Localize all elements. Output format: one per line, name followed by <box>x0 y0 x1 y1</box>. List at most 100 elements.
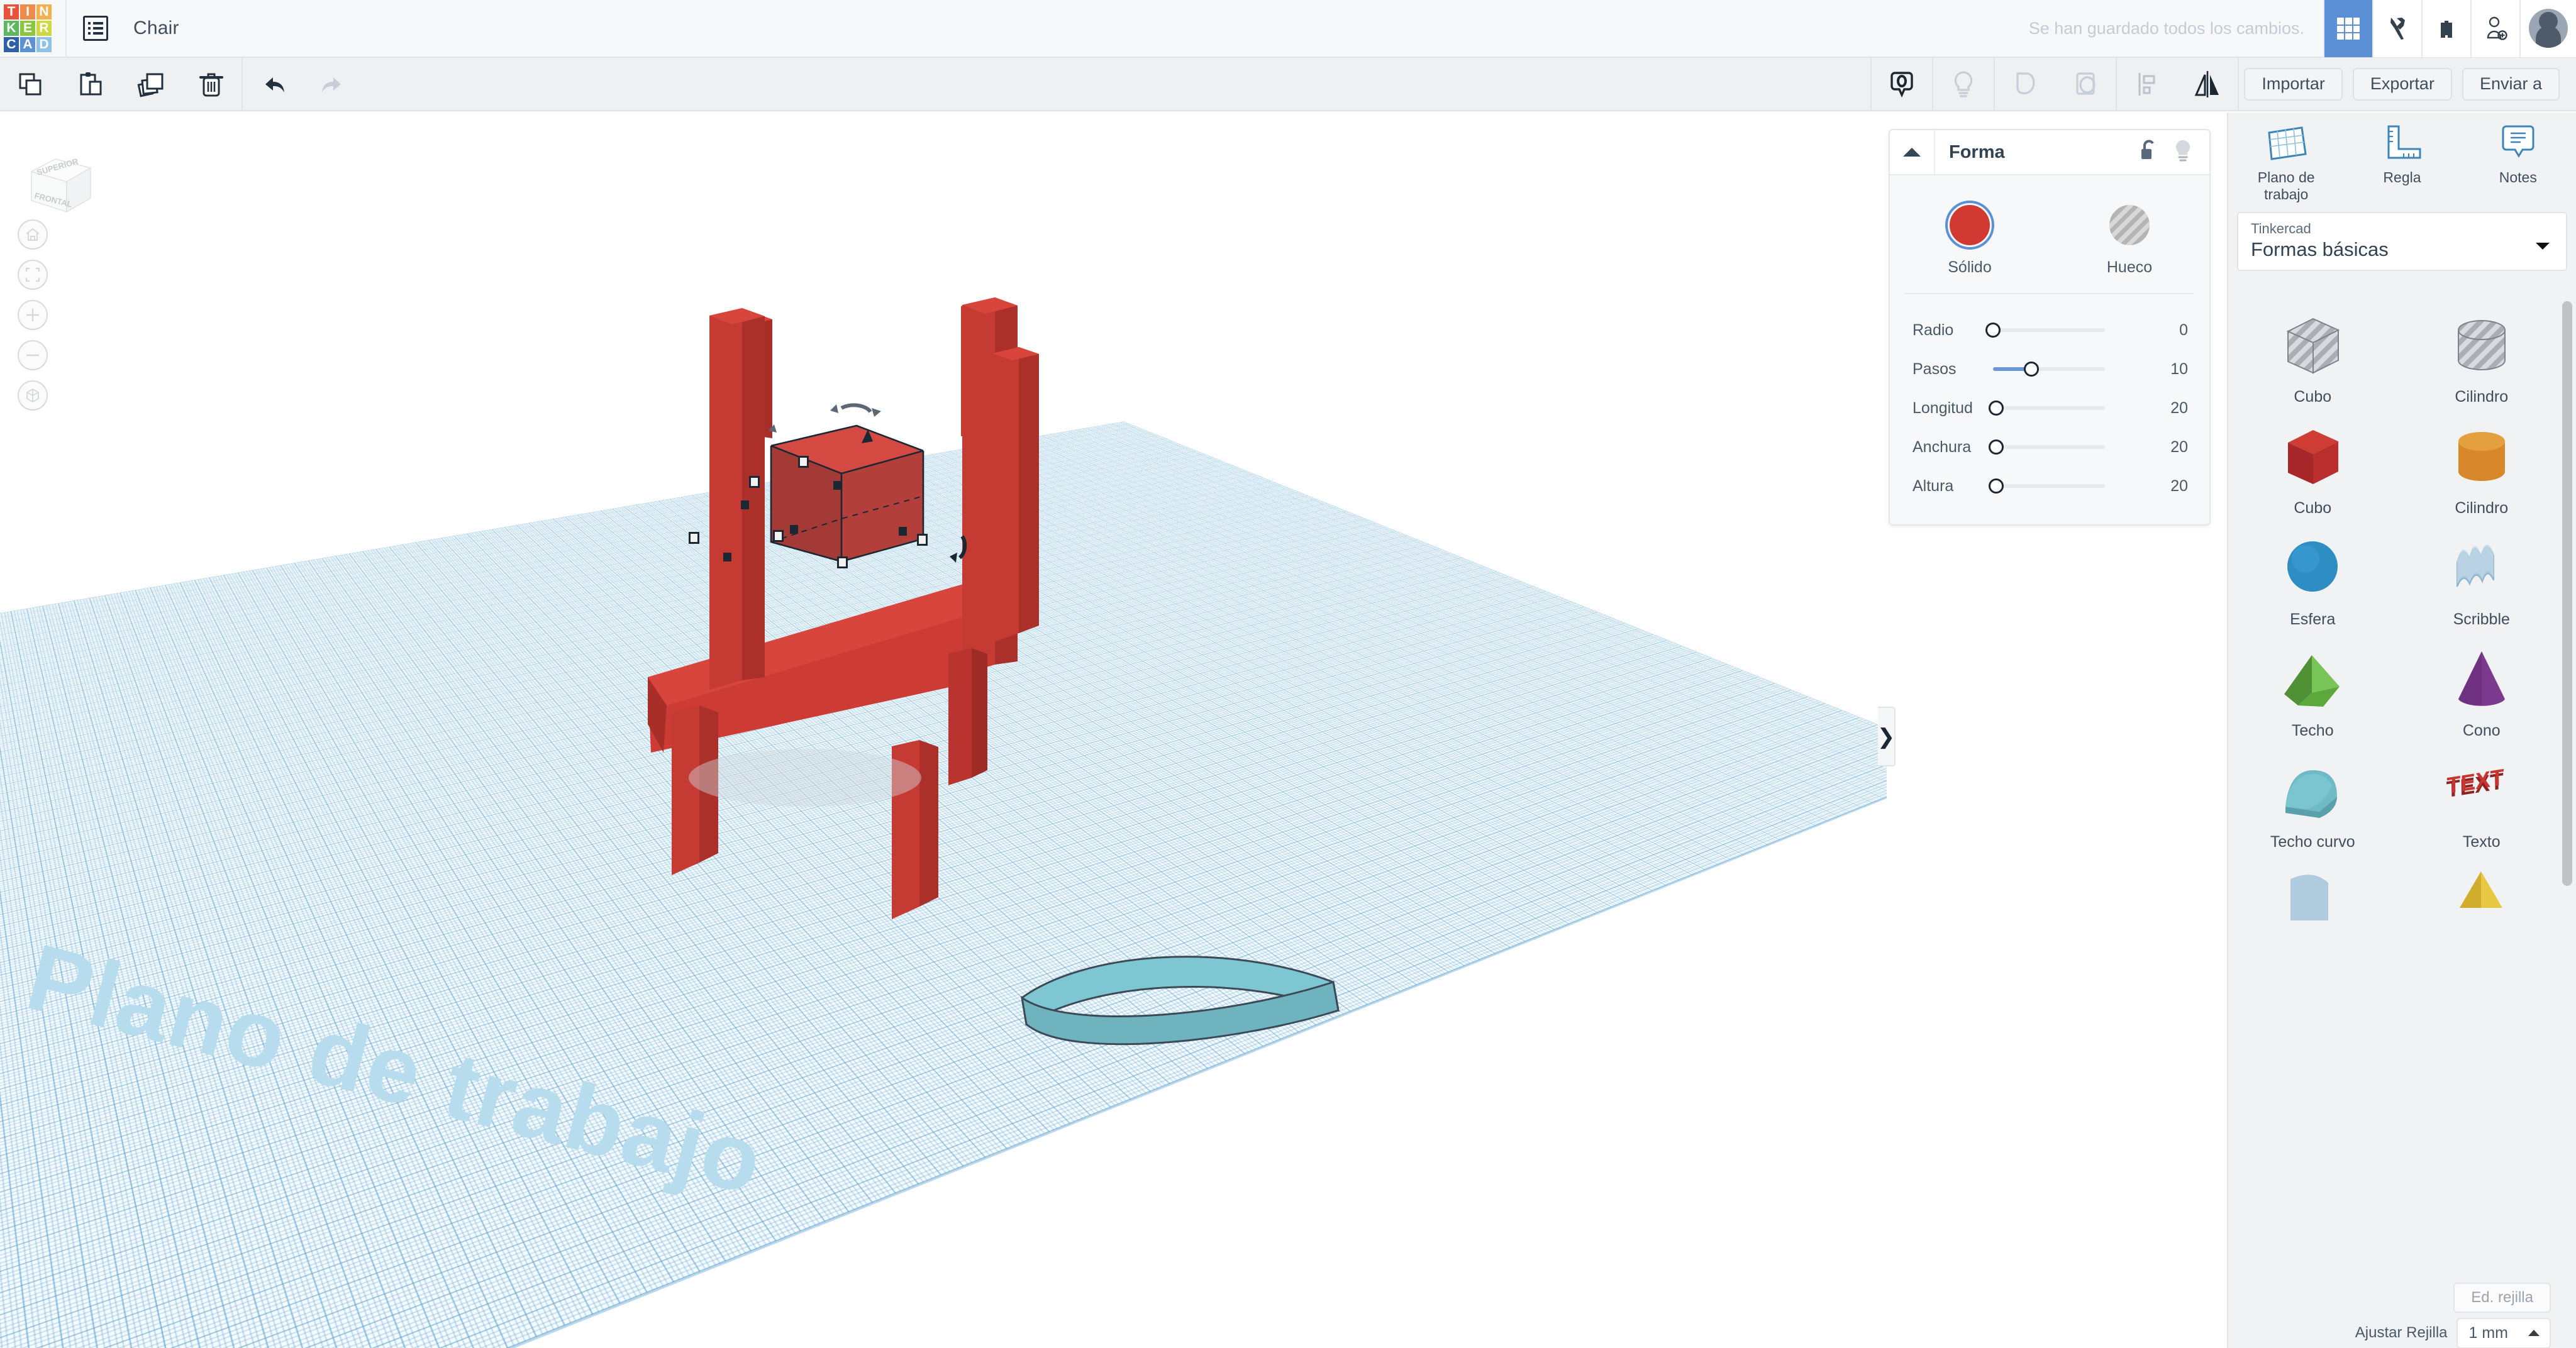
codeblocks-button[interactable] <box>2421 0 2470 57</box>
parameter-label: Altura <box>1913 477 1954 495</box>
duplicate-button[interactable] <box>121 57 181 111</box>
grid-edit-button[interactable]: Ed. rejilla <box>2453 1282 2551 1313</box>
parameter-label: Longitud <box>1913 399 1973 417</box>
shape-item-partial-left[interactable] <box>2228 861 2397 973</box>
undo-button[interactable] <box>243 57 303 111</box>
shape-item-cubo[interactable]: Cubo <box>2228 416 2397 528</box>
parameter-row-pasos: Pasos 10 <box>1890 350 2209 389</box>
document-list-button[interactable] <box>67 0 125 57</box>
logo-tile-d: D <box>36 37 52 52</box>
design-title[interactable]: Chair <box>133 18 179 39</box>
shape-item-techo-curvo[interactable]: Techo curvo <box>2228 750 2397 861</box>
parameter-label: Anchura <box>1913 438 1972 456</box>
export-button[interactable]: Exportar <box>2352 67 2452 101</box>
invite-button[interactable] <box>2470 0 2519 57</box>
light-toggle-button[interactable] <box>2173 138 2193 167</box>
partial-pyramid-icon <box>2459 871 2502 908</box>
logo-tile-r: R <box>36 21 52 36</box>
logo-tile-i: I <box>20 4 35 19</box>
ungroup-button[interactable] <box>2055 57 2116 111</box>
shapes-grid: Cubo Cilindro Cubo Cilindro Esfera Scrib… <box>2228 296 2566 1284</box>
parameter-row-longitud: Longitud 20 <box>1890 389 2209 428</box>
send-to-button[interactable]: Enviar a <box>2462 67 2560 101</box>
snap-grid-select[interactable]: 1 mm <box>2456 1317 2551 1348</box>
notes-tool[interactable]: Notes <box>2460 123 2576 207</box>
copy-button[interactable] <box>0 57 60 111</box>
undo-icon <box>265 77 284 92</box>
designs-grid-button[interactable] <box>2323 0 2372 57</box>
home-view-button[interactable] <box>18 219 48 250</box>
solid-hole-selector: Sólido Hueco <box>1890 175 2209 293</box>
solid-mode-option[interactable]: Sólido <box>1890 201 2050 277</box>
snap-grid-value: 1 mm <box>2468 1323 2509 1342</box>
redo-button[interactable] <box>303 57 364 111</box>
longitud-slider[interactable] <box>1989 401 2105 416</box>
orthographic-perspective-icon <box>26 388 39 403</box>
perspective-toggle-button[interactable] <box>18 380 48 411</box>
partial-shape-icon <box>2290 875 2329 920</box>
shape-library-selector[interactable]: Tinkercad Formas básicas <box>2237 212 2567 271</box>
light-bulb-icon <box>1955 70 1973 97</box>
shape-item-cilindro[interactable]: Cilindro <box>2397 416 2567 528</box>
shape-item-partial-right[interactable] <box>2397 861 2567 973</box>
zoom-out-icon <box>26 354 40 356</box>
zoom-out-button[interactable] <box>18 340 48 370</box>
group-button[interactable] <box>1995 57 2055 111</box>
solid-hole-button[interactable] <box>1872 57 1932 111</box>
pasos-slider[interactable] <box>1993 362 2105 377</box>
curved-roof-object[interactable] <box>0 111 1887 1348</box>
logo-tile-a: A <box>20 37 35 52</box>
cone-icon <box>2458 651 2505 706</box>
parameter-value[interactable]: 20 <box>2170 438 2209 456</box>
fit-to-view-icon <box>25 267 40 282</box>
3d-viewport[interactable]: Plano de trabajo SUPERIOR FRONTAL <box>0 111 1887 1348</box>
shapes-scrollbar[interactable] <box>2562 301 2572 886</box>
tinkercad-logo[interactable]: T I N K E R C A D <box>4 4 52 52</box>
radio-slider[interactable] <box>1985 323 2105 338</box>
shape-item-techo[interactable]: Techo <box>2228 639 2397 750</box>
grid-designs-icon <box>2337 18 2360 40</box>
parameter-value[interactable]: 20 <box>2170 399 2209 417</box>
edit-toolbar: Importar Exportar Enviar a <box>0 57 2576 111</box>
shape-item-esfera[interactable]: Esfera <box>2228 528 2397 639</box>
ruler-tool[interactable]: Regla <box>2344 123 2460 207</box>
hole-mode-label: Hueco <box>2106 258 2153 276</box>
fit-to-view-button[interactable] <box>18 260 48 290</box>
mirror-flip-icon <box>2195 70 2219 97</box>
sphere-icon <box>2287 541 2338 592</box>
mirror-button[interactable] <box>2177 57 2238 111</box>
workplane-tool[interactable]: Plano de trabajo <box>2228 123 2344 207</box>
shape-item-scribble[interactable]: Scribble <box>2397 528 2567 639</box>
paste-icon <box>80 72 102 95</box>
shape-item-cubo-hueco[interactable]: Cubo <box>2228 305 2397 416</box>
library-source-label: Tinkercad <box>2251 221 2311 236</box>
delete-button[interactable] <box>181 57 242 111</box>
lock-button[interactable] <box>2138 138 2159 167</box>
circuits-button[interactable] <box>2372 0 2421 57</box>
import-button[interactable]: Importar <box>2244 67 2343 101</box>
view-cube[interactable]: SUPERIOR FRONTAL <box>18 150 97 223</box>
panel-collapse-tab[interactable]: ❯ <box>1877 707 1896 766</box>
shape-item-cilindro-hueco[interactable]: Cilindro <box>2397 305 2567 416</box>
align-icon <box>2138 72 2155 96</box>
light-button[interactable] <box>1933 57 1994 111</box>
shape-item-cono[interactable]: Cono <box>2397 639 2567 750</box>
align-button[interactable] <box>2117 57 2177 111</box>
shape-item-texto[interactable]: TEXT TEXT Texto <box>2397 750 2567 861</box>
workplane-grid-icon <box>2268 126 2307 160</box>
altura-slider[interactable] <box>1989 478 2105 494</box>
parameter-value[interactable]: 20 <box>2170 477 2209 495</box>
paste-button[interactable] <box>60 57 121 111</box>
workplane-tools: Plano de trabajo Regla Notes <box>2228 113 2576 207</box>
shape-label: Esfera <box>2290 610 2336 628</box>
hole-mode-option[interactable]: Hueco <box>2050 201 2209 277</box>
zoom-in-button[interactable] <box>18 300 48 330</box>
group-icon <box>2016 72 2035 94</box>
panel-collapse-button[interactable] <box>1890 130 1935 175</box>
parameter-value[interactable]: 0 <box>2179 321 2209 340</box>
user-account-button[interactable] <box>2519 0 2576 57</box>
parameter-value[interactable]: 10 <box>2170 360 2209 378</box>
anchura-slider[interactable] <box>1989 439 2105 455</box>
copy-icon <box>19 73 42 95</box>
shape-properties-panel: Forma Sólido Hueco Radio 0 Pasos 10 Long… <box>1889 129 2211 526</box>
